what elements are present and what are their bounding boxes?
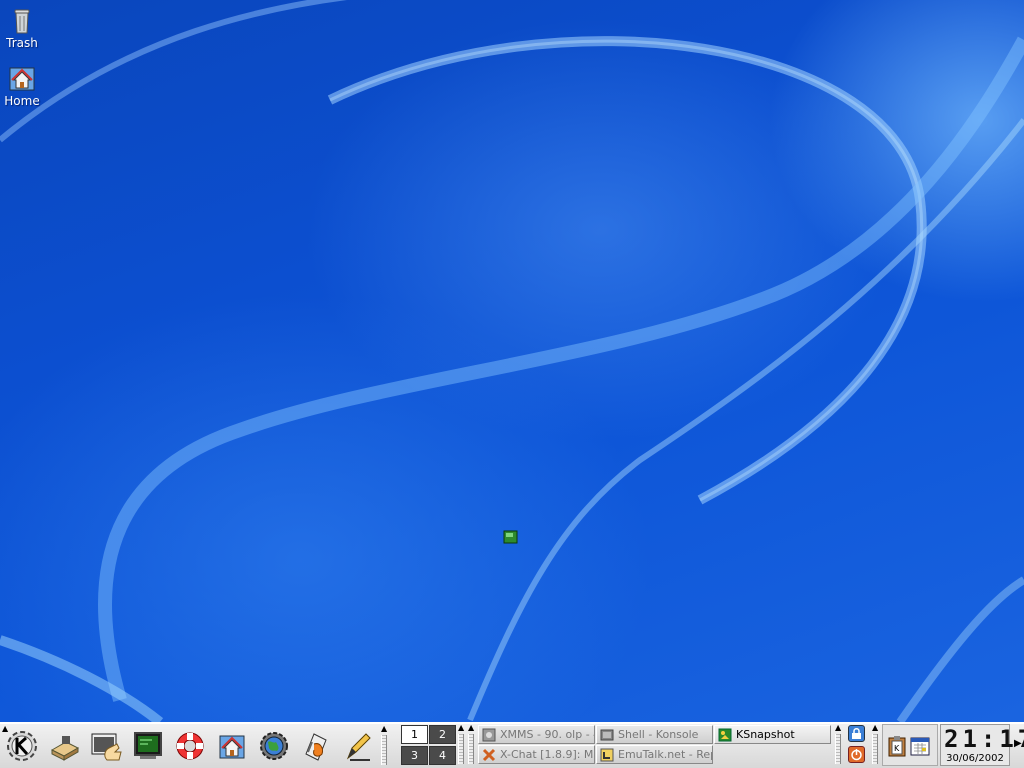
lifebuoy-icon	[176, 732, 204, 760]
panel-applet-handle[interactable]	[381, 735, 387, 765]
calendar-icon[interactable]	[909, 735, 931, 757]
home-folder-icon	[219, 735, 245, 759]
pager-desktop-label: 3	[411, 749, 418, 762]
konsole-icon	[600, 729, 614, 740]
task-label: XMMS - 90. olp - 4	[500, 728, 594, 741]
logout-button[interactable]	[848, 746, 865, 763]
pager-applet-handle[interactable]	[458, 734, 464, 764]
koffice-icon	[305, 733, 327, 761]
desk-icon	[50, 736, 80, 761]
pager-desktop-label: 2	[439, 728, 446, 741]
panel-clock[interactable]: 21:17 30/06/2002	[940, 724, 1024, 766]
systray-arrow-icon[interactable]: ▲	[872, 723, 878, 732]
taskbar-arrow-icon[interactable]: ▲	[468, 723, 474, 732]
task-xchat[interactable]: X-Chat [1.8.9]: Ma	[478, 745, 595, 764]
browser-launcher[interactable]	[255, 727, 293, 765]
panel-right-arrow-icon[interactable]: ▶	[1014, 738, 1022, 749]
terminal-launcher[interactable]	[129, 727, 167, 765]
pager-desktop-3[interactable]: 3	[401, 746, 428, 765]
pager-desktop-label: 1	[411, 728, 418, 741]
trash-icon	[6, 4, 38, 36]
tray-applet-handle[interactable]	[835, 734, 841, 764]
editor-launcher[interactable]	[339, 727, 377, 765]
lock-icon	[852, 728, 861, 739]
systray-applet-handle[interactable]	[872, 734, 878, 764]
browser-window-icon	[600, 748, 614, 761]
globe-gear-icon	[260, 732, 288, 760]
desktop-icon-label: Trash	[6, 36, 38, 50]
window-hand-icon	[91, 733, 122, 761]
desktop-icon-home[interactable]: Home	[0, 62, 44, 108]
task-emutalk[interactable]: EmuTalk.net - Rep	[596, 745, 713, 764]
xchat-icon	[482, 748, 496, 761]
pager-arrow-icon[interactable]: ▲	[458, 723, 464, 732]
taskbar-applet-handle[interactable]	[468, 734, 474, 764]
desktop-small-green-icon[interactable]	[503, 530, 518, 544]
show-desktop-button[interactable]	[45, 727, 83, 765]
task-xmms[interactable]: XMMS - 90. olp - 4	[478, 725, 595, 744]
terminal-icon	[134, 732, 162, 759]
svg-text:K: K	[894, 744, 900, 753]
window-list-button[interactable]	[87, 727, 125, 765]
ksnapshot-icon	[718, 728, 732, 741]
pager-desktop-1[interactable]: 1	[401, 725, 428, 744]
desktop-icon-trash[interactable]: Trash	[0, 4, 44, 50]
help-launcher[interactable]	[171, 727, 209, 765]
desktop-wallpaper[interactable]	[0, 0, 1024, 722]
task-label: EmuTalk.net - Rep	[618, 748, 712, 761]
home-launcher[interactable]	[213, 727, 251, 765]
tray-arrow-icon[interactable]: ▲	[835, 723, 841, 732]
task-label: X-Chat [1.8.9]: Ma	[500, 748, 594, 761]
logout-icon	[851, 749, 862, 761]
clipboard-icon[interactable]: K	[887, 735, 907, 757]
task-label: Shell - Konsole	[618, 728, 699, 741]
clock-time: 21:17	[944, 725, 1024, 753]
desktop-icon-label: Home	[4, 94, 40, 108]
wallpaper-swirls	[0, 0, 1024, 722]
task-label: KSnapshot	[736, 728, 795, 741]
home-folder-icon	[6, 62, 38, 94]
task-konsole[interactable]: Shell - Konsole	[596, 725, 713, 744]
pager-desktop-4[interactable]: 4	[429, 746, 456, 765]
scroll-up-arrow-icon[interactable]: ▲	[381, 724, 387, 733]
system-tray: K	[882, 724, 938, 766]
xmms-icon	[482, 728, 496, 741]
desktop-pager: 1 2 3 4	[401, 725, 457, 766]
kde-gear-k-icon	[7, 731, 37, 761]
pen-icon	[346, 733, 371, 761]
pager-desktop-label: 4	[439, 749, 446, 762]
clock-date: 30/06/2002	[946, 753, 1004, 764]
lock-screen-button[interactable]	[848, 725, 865, 742]
pager-desktop-2[interactable]: 2	[429, 725, 456, 744]
office-launcher[interactable]	[297, 727, 335, 765]
kde-menu-button[interactable]	[3, 727, 41, 765]
task-ksnapshot[interactable]: KSnapshot	[714, 725, 831, 744]
